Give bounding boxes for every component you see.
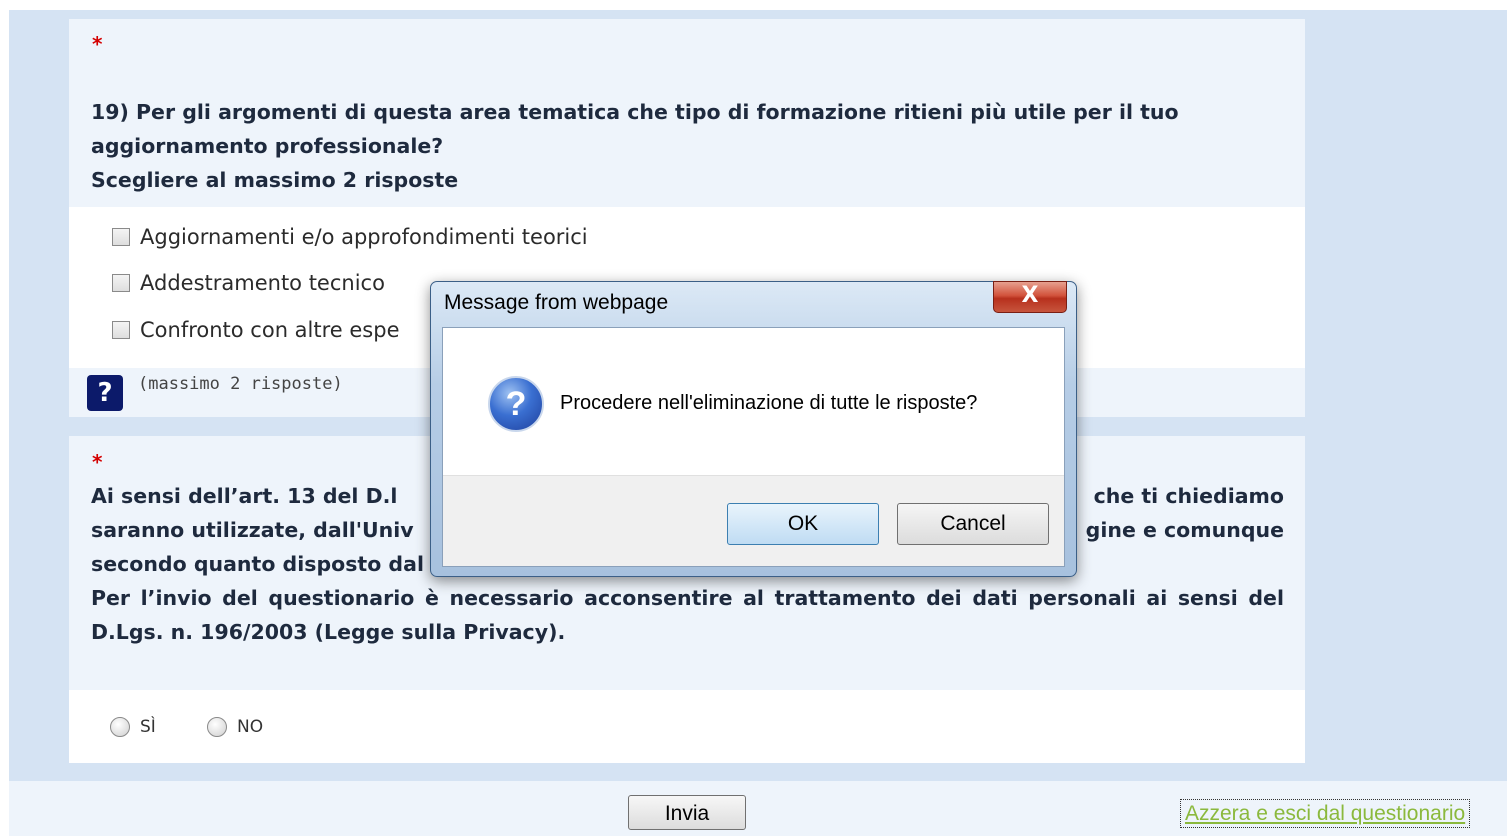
option-label: Addestramento tecnico	[140, 271, 385, 295]
privacy-line-3-left: secondo quanto disposto dal	[91, 552, 424, 576]
option-label: Confronto con altre espe	[140, 318, 400, 342]
required-marker: *	[92, 450, 103, 474]
checkbox[interactable]	[112, 228, 130, 246]
question-icon: ?	[488, 376, 544, 432]
help-icon[interactable]: ?	[87, 375, 123, 411]
question-text: 19) Per gli argomenti di questa area tem…	[91, 95, 1281, 197]
checkbox[interactable]	[112, 274, 130, 292]
close-icon[interactable]: X	[993, 281, 1067, 313]
option-aggiornamenti[interactable]: Aggiornamenti e/o approfondimenti teoric…	[112, 224, 588, 250]
question-text-line-1: 19) Per gli argomenti di questa area tem…	[91, 100, 1179, 124]
dialog-message: Procedere nell'eliminazione di tutte le …	[560, 392, 978, 414]
question-instruction: Scegliere al massimo 2 risposte	[91, 168, 459, 192]
ok-button[interactable]: OK	[727, 503, 879, 545]
radio-button[interactable]	[207, 717, 227, 737]
option-addestramento[interactable]: Addestramento tecnico	[112, 270, 385, 296]
required-marker: *	[92, 32, 103, 56]
option-label: Aggiornamenti e/o approfondimenti teoric…	[140, 225, 588, 249]
reset-and-exit-link[interactable]: Azzera e esci dal questionario	[1180, 799, 1471, 828]
privacy-line-2-left: saranno utilizzate, dall'Univ	[91, 518, 414, 542]
privacy-line-1-left: Ai sensi dell’art. 13 del D.l	[91, 484, 398, 508]
radio-label: NO	[237, 717, 264, 737]
privacy-line-1-right: che ti chiediamo	[1093, 484, 1284, 508]
cancel-button[interactable]: Cancel	[897, 503, 1049, 545]
checkbox[interactable]	[112, 321, 130, 339]
radio-button[interactable]	[110, 717, 130, 737]
dialog-title: Message from webpage	[444, 291, 669, 314]
message-dialog: Message from webpage X ? Procedere nell'…	[430, 281, 1077, 577]
question-text-line-2: aggiornamento professionale?	[91, 134, 444, 158]
hint-text: (massimo 2 risposte)	[138, 374, 343, 394]
radio-no[interactable]: NO	[207, 717, 263, 737]
privacy-consent-paragraph: Per l’invio del questionario è necessari…	[91, 586, 1284, 644]
option-confronto[interactable]: Confronto con altre espe	[112, 317, 400, 343]
privacy-line-2-right: gine e comunque	[1085, 518, 1284, 542]
radio-label: SÌ	[140, 717, 156, 737]
submit-button[interactable]: Invia	[628, 795, 746, 830]
radio-si[interactable]: SÌ	[110, 717, 156, 737]
